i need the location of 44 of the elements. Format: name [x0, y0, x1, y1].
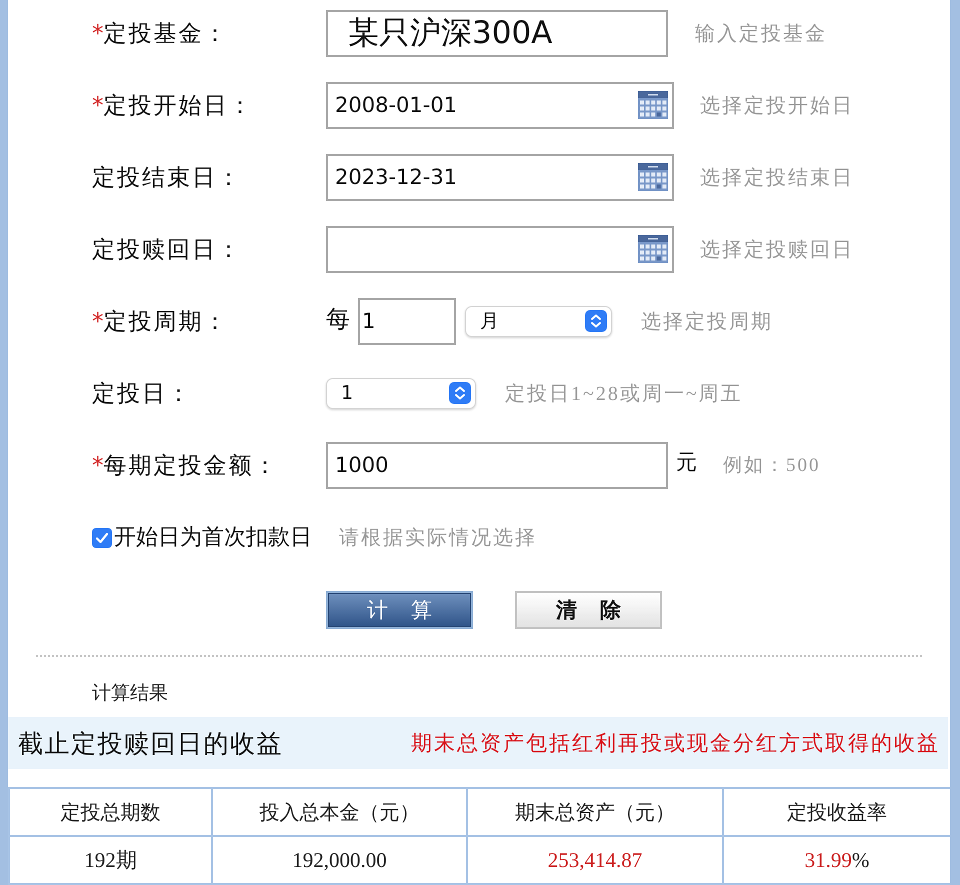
- date-input[interactable]: [326, 226, 674, 272]
- fund-input[interactable]: 某只沪深300A: [326, 10, 668, 56]
- result-heading: 截止定投赎回日的收益: [18, 728, 283, 760]
- amount-input[interactable]: 1000: [326, 442, 668, 488]
- checkbox-label: 开始日为首次扣款日: [114, 524, 312, 552]
- calendar-icon[interactable]: [638, 234, 668, 262]
- clear-button[interactable]: 清 除: [515, 591, 662, 629]
- hint-text: 输入定投基金: [695, 22, 827, 46]
- calendar-icon[interactable]: [638, 90, 668, 118]
- period-count-input[interactable]: 1: [358, 298, 456, 344]
- field-label: 定投结束日：: [92, 164, 243, 192]
- calendar-icon[interactable]: [638, 162, 668, 190]
- field-label: *定投周期：: [92, 308, 230, 336]
- checkbox[interactable]: [92, 528, 112, 548]
- table-header-cell: 投入总本金（元）: [212, 788, 467, 836]
- hint-text: 请根据实际情况选择: [339, 526, 537, 550]
- hint-text: 例如：500: [723, 454, 820, 478]
- hint-text: 选择定投赎回日: [700, 238, 854, 262]
- field-label: *定投开始日：: [92, 92, 254, 120]
- unit-text: 元: [676, 449, 697, 476]
- date-input[interactable]: 2023-12-31: [326, 154, 674, 200]
- table-header-cell: 期末总资产（元）: [467, 788, 723, 836]
- calculate-button[interactable]: 计 算: [326, 591, 473, 629]
- table-header-cell: 定投总期数: [9, 788, 212, 836]
- table-cell: 253,414.87: [467, 836, 723, 884]
- hint-text: 定投日1~28或周一~周五: [505, 382, 743, 406]
- table-cell: 192期: [9, 836, 212, 884]
- hint-text: 选择定投周期: [641, 310, 773, 334]
- table-header-cell: 定投收益率: [723, 788, 950, 836]
- field-label: *每期定投金额：: [92, 452, 280, 480]
- period-unit-select[interactable]: 月: [465, 306, 612, 336]
- table-cell: 192,000.00: [212, 836, 467, 884]
- hint-text: 选择定投开始日: [700, 94, 854, 118]
- date-input[interactable]: 2008-01-01: [326, 82, 674, 128]
- day-select[interactable]: 1: [326, 378, 476, 408]
- result-note: 期末总资产包括红利再投或现金分红方式取得的收益: [411, 730, 940, 757]
- field-label: 定投日：: [92, 380, 193, 408]
- section-title: 计算结果: [92, 681, 168, 705]
- field-label: *定投基金：: [92, 20, 230, 48]
- prefix-text: 每: [326, 304, 350, 335]
- stepper-icon: [585, 310, 607, 332]
- stepper-icon: [449, 382, 471, 404]
- hint-text: 选择定投结束日: [700, 166, 854, 190]
- field-label: 定投赎回日：: [92, 236, 243, 264]
